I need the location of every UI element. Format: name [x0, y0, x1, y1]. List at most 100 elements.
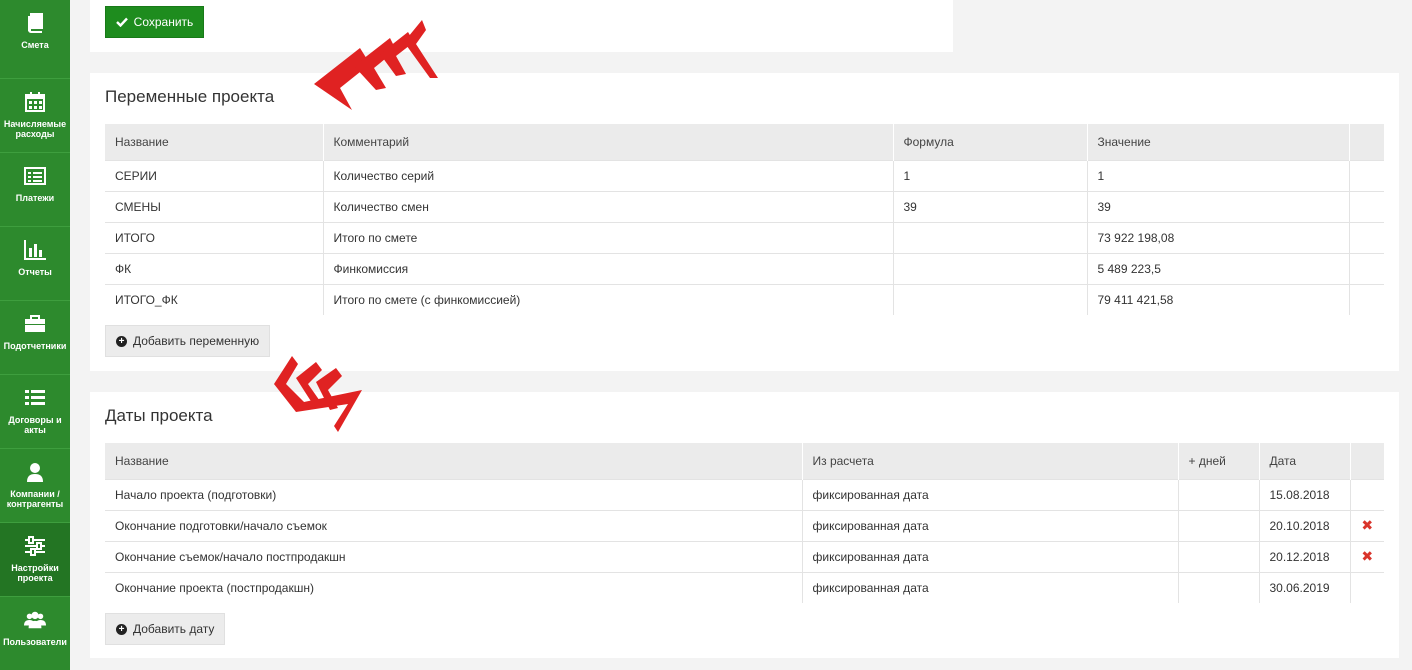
sidebar-item-accountable-persons[interactable]: Подотчетники [0, 301, 70, 375]
table-row[interactable]: Окончание съемок/начало постпродакшн фик… [105, 540, 1384, 572]
date-days[interactable] [1177, 540, 1259, 572]
table-row[interactable]: ИТОГО Итого по смете 73 922 198,08 [105, 221, 1384, 253]
column-header-days: + дней [1177, 443, 1259, 479]
variable-value: 79 411 421,58 [1086, 283, 1349, 315]
table-row[interactable]: ФК Финкомиссия 5 489 223,5 [105, 252, 1384, 284]
date-basis[interactable]: фиксированная дата [801, 540, 1178, 572]
row-actions [1348, 221, 1384, 253]
sidebar-item-label: Пользователи [3, 637, 67, 647]
briefcase-icon [24, 313, 46, 335]
sidebar-item-label: Подотчетники [3, 341, 67, 351]
sidebar-item-reports[interactable]: Отчеты [0, 227, 70, 301]
table-row[interactable]: ИТОГО_ФК Итого по смете (с финкомиссией)… [105, 283, 1384, 315]
variable-formula[interactable] [892, 221, 1087, 253]
column-header-actions [1348, 124, 1384, 160]
table-row[interactable]: СЕРИИ Количество серий 1 1 [105, 159, 1384, 191]
date-days[interactable] [1177, 509, 1259, 541]
date-basis[interactable]: фиксированная дата [801, 478, 1178, 510]
plus-circle-icon: + [116, 335, 127, 347]
save-button-label: Сохранить [133, 15, 194, 29]
variable-comment: Количество смен [322, 190, 893, 222]
sidebar-item-project-settings[interactable]: Настройки проекта [0, 523, 70, 597]
delete-icon[interactable]: ✖ [1349, 509, 1384, 541]
sidebar-item-payments[interactable]: Платежи [0, 153, 70, 227]
variable-name: ФК [105, 252, 323, 284]
variable-comment: Количество серий [322, 159, 893, 191]
date-days[interactable] [1177, 478, 1259, 510]
date-basis[interactable]: фиксированная дата [801, 571, 1178, 603]
date-days[interactable] [1177, 571, 1259, 603]
add-date-label: Добавить дату [133, 622, 215, 636]
sidebar-item-label: Начисляемые расходы [3, 119, 67, 139]
sidebar-item-label: Компании / контрагенты [6, 489, 64, 509]
variables-table: Название Комментарий Формула Значение СЕ… [105, 124, 1384, 315]
variable-formula[interactable]: 1 [892, 159, 1087, 191]
dates-title: Даты проекта [105, 406, 213, 425]
red-arrow-annotation-icon [314, 20, 438, 110]
column-header-formula: Формула [892, 124, 1087, 160]
variables-title: Переменные проекта [105, 87, 275, 106]
table-row[interactable]: Окончание проекта (постпродакшн) фиксиро… [105, 571, 1384, 603]
date-value[interactable]: 20.12.2018 [1258, 540, 1350, 572]
column-header-value: Значение [1086, 124, 1349, 160]
variable-value: 1 [1086, 159, 1349, 191]
list-card-icon [24, 165, 46, 187]
sidebar-item-label: Договоры и акты [8, 415, 62, 435]
sidebar-item-label: Настройки проекта [11, 563, 59, 583]
sidebar-item-label: Платежи [15, 193, 55, 203]
row-actions [1348, 252, 1384, 284]
variable-value: 39 [1086, 190, 1349, 222]
delete-icon[interactable]: ✖ [1349, 540, 1384, 572]
variable-comment: Итого по смете [322, 221, 893, 253]
variable-formula[interactable] [892, 283, 1087, 315]
variable-name: ИТОГО_ФК [105, 283, 323, 315]
list-icon [24, 387, 46, 409]
add-date-button[interactable]: + Добавить дату [105, 613, 226, 645]
sidebar: Смета Начисляемые расходы Платежи Отчеты… [0, 0, 70, 670]
date-name: Начало проекта (подготовки) [105, 478, 802, 510]
date-name: Окончание подготовки/начало съемок [105, 509, 802, 541]
row-actions [1348, 190, 1384, 222]
sidebar-item-accrued-expenses[interactable]: Начисляемые расходы [0, 79, 70, 153]
sidebar-item-estimate[interactable]: Смета [0, 0, 70, 79]
bar-chart-icon [24, 239, 46, 261]
table-row[interactable]: Окончание подготовки/начало съемок фикси… [105, 509, 1384, 541]
variable-name: СМЕНЫ [105, 190, 323, 222]
variable-formula[interactable] [892, 252, 1087, 284]
row-actions [1348, 159, 1384, 191]
row-actions [1349, 571, 1384, 603]
variable-name: СЕРИИ [105, 159, 323, 191]
date-name: Окончание съемок/начало постпродакшн [105, 540, 802, 572]
row-actions [1348, 283, 1384, 315]
variable-value: 73 922 198,08 [1086, 221, 1349, 253]
column-header-actions [1349, 443, 1384, 479]
red-arrow-annotation-icon [274, 356, 362, 432]
table-row[interactable]: Начало проекта (подготовки) фиксированна… [105, 478, 1384, 510]
column-header-name: Название [105, 124, 323, 160]
users-icon [24, 609, 46, 631]
variable-comment: Финкомиссия [322, 252, 893, 284]
column-header-basis: Из расчета [801, 443, 1178, 479]
variable-value: 5 489 223,5 [1086, 252, 1349, 284]
date-value[interactable]: 30.06.2019 [1258, 571, 1350, 603]
dates-table: Название Из расчета + дней Дата Начало п… [105, 443, 1384, 603]
date-value[interactable]: 20.10.2018 [1258, 509, 1350, 541]
date-value[interactable]: 15.08.2018 [1258, 478, 1350, 510]
save-panel [90, 0, 953, 52]
save-button[interactable]: Сохранить [105, 6, 204, 38]
sidebar-item-label: Смета [21, 40, 49, 50]
add-variable-button[interactable]: + Добавить переменную [105, 325, 271, 357]
variable-formula[interactable]: 39 [892, 190, 1087, 222]
dates-header-row: Название Из расчета + дней Дата [105, 443, 1384, 479]
sidebar-item-label: Отчеты [18, 267, 52, 277]
table-row[interactable]: СМЕНЫ Количество смен 39 39 [105, 190, 1384, 222]
date-name: Окончание проекта (постпродакшн) [105, 571, 802, 603]
sidebar-item-companies[interactable]: Компании / контрагенты [0, 449, 70, 523]
variable-comment: Итого по смете (с финкомиссией) [322, 283, 893, 315]
sidebar-item-contracts[interactable]: Договоры и акты [0, 375, 70, 449]
calendar-icon [24, 91, 46, 113]
book-icon [24, 12, 46, 34]
sidebar-item-users[interactable]: Пользователи [0, 597, 70, 670]
date-basis[interactable]: фиксированная дата [801, 509, 1178, 541]
row-actions [1349, 478, 1384, 510]
